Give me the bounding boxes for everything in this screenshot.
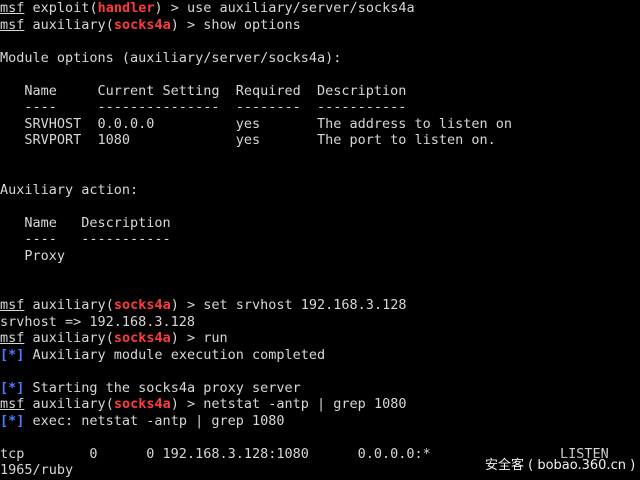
module-options-heading: Module options (auxiliary/server/socks4a… (0, 49, 342, 66)
status-line: [*] Starting the socks4a proxy server (0, 379, 301, 396)
msf-prompt: msf (0, 297, 25, 313)
watermark: 安全客 ( bobao.360.cn ) (483, 454, 638, 473)
command-line: msf auxiliary(socks4a) > set srvhost 192… (0, 297, 407, 313)
command-line: msf auxiliary(socks4a) > run (0, 330, 228, 346)
options-table-row: SRVPORT 1080 yes The port to listen on. (0, 132, 496, 148)
msf-prompt: msf (0, 330, 25, 346)
msf-prompt: msf (0, 0, 25, 16)
msf-prompt: msf (0, 16, 25, 33)
action-table-row: Proxy (0, 247, 66, 264)
output-line: srvhost => 192.168.3.128 (0, 313, 196, 330)
status-line: [*] exec: netstat -antp | grep 1080 (0, 412, 285, 429)
options-table-header: Name Current Setting Required Descriptio… (0, 82, 407, 99)
module-name: socks4a (113, 297, 171, 313)
status-tag: [*] (0, 379, 25, 396)
status-tag: [*] (0, 412, 25, 429)
module-name: socks4a (113, 330, 171, 346)
status-line: [*] Auxiliary module execution completed (0, 346, 326, 363)
terminal-window[interactable]: msf exploit(handler) > use auxiliary/ser… (0, 0, 640, 480)
module-name: handler (97, 0, 155, 16)
command-line: msf exploit(handler) > use auxiliary/ser… (0, 0, 415, 16)
options-table-rule: ---- --------------- -------- ----------… (0, 99, 407, 115)
action-table-rule: ---- ----------- (0, 231, 171, 247)
module-name: socks4a (113, 16, 171, 33)
action-table-header: Name Description (0, 214, 171, 231)
options-table-row: SRVHOST 0.0.0.0 yes The address to liste… (0, 115, 513, 132)
command-line: msf auxiliary(socks4a) > netstat -antp |… (0, 396, 407, 412)
command-line: msf auxiliary(socks4a) > show options (0, 16, 301, 33)
auxiliary-action-heading: Auxiliary action: (0, 181, 139, 198)
module-name: socks4a (113, 396, 171, 412)
msf-prompt: msf (0, 396, 25, 412)
status-tag: [*] (0, 346, 25, 363)
